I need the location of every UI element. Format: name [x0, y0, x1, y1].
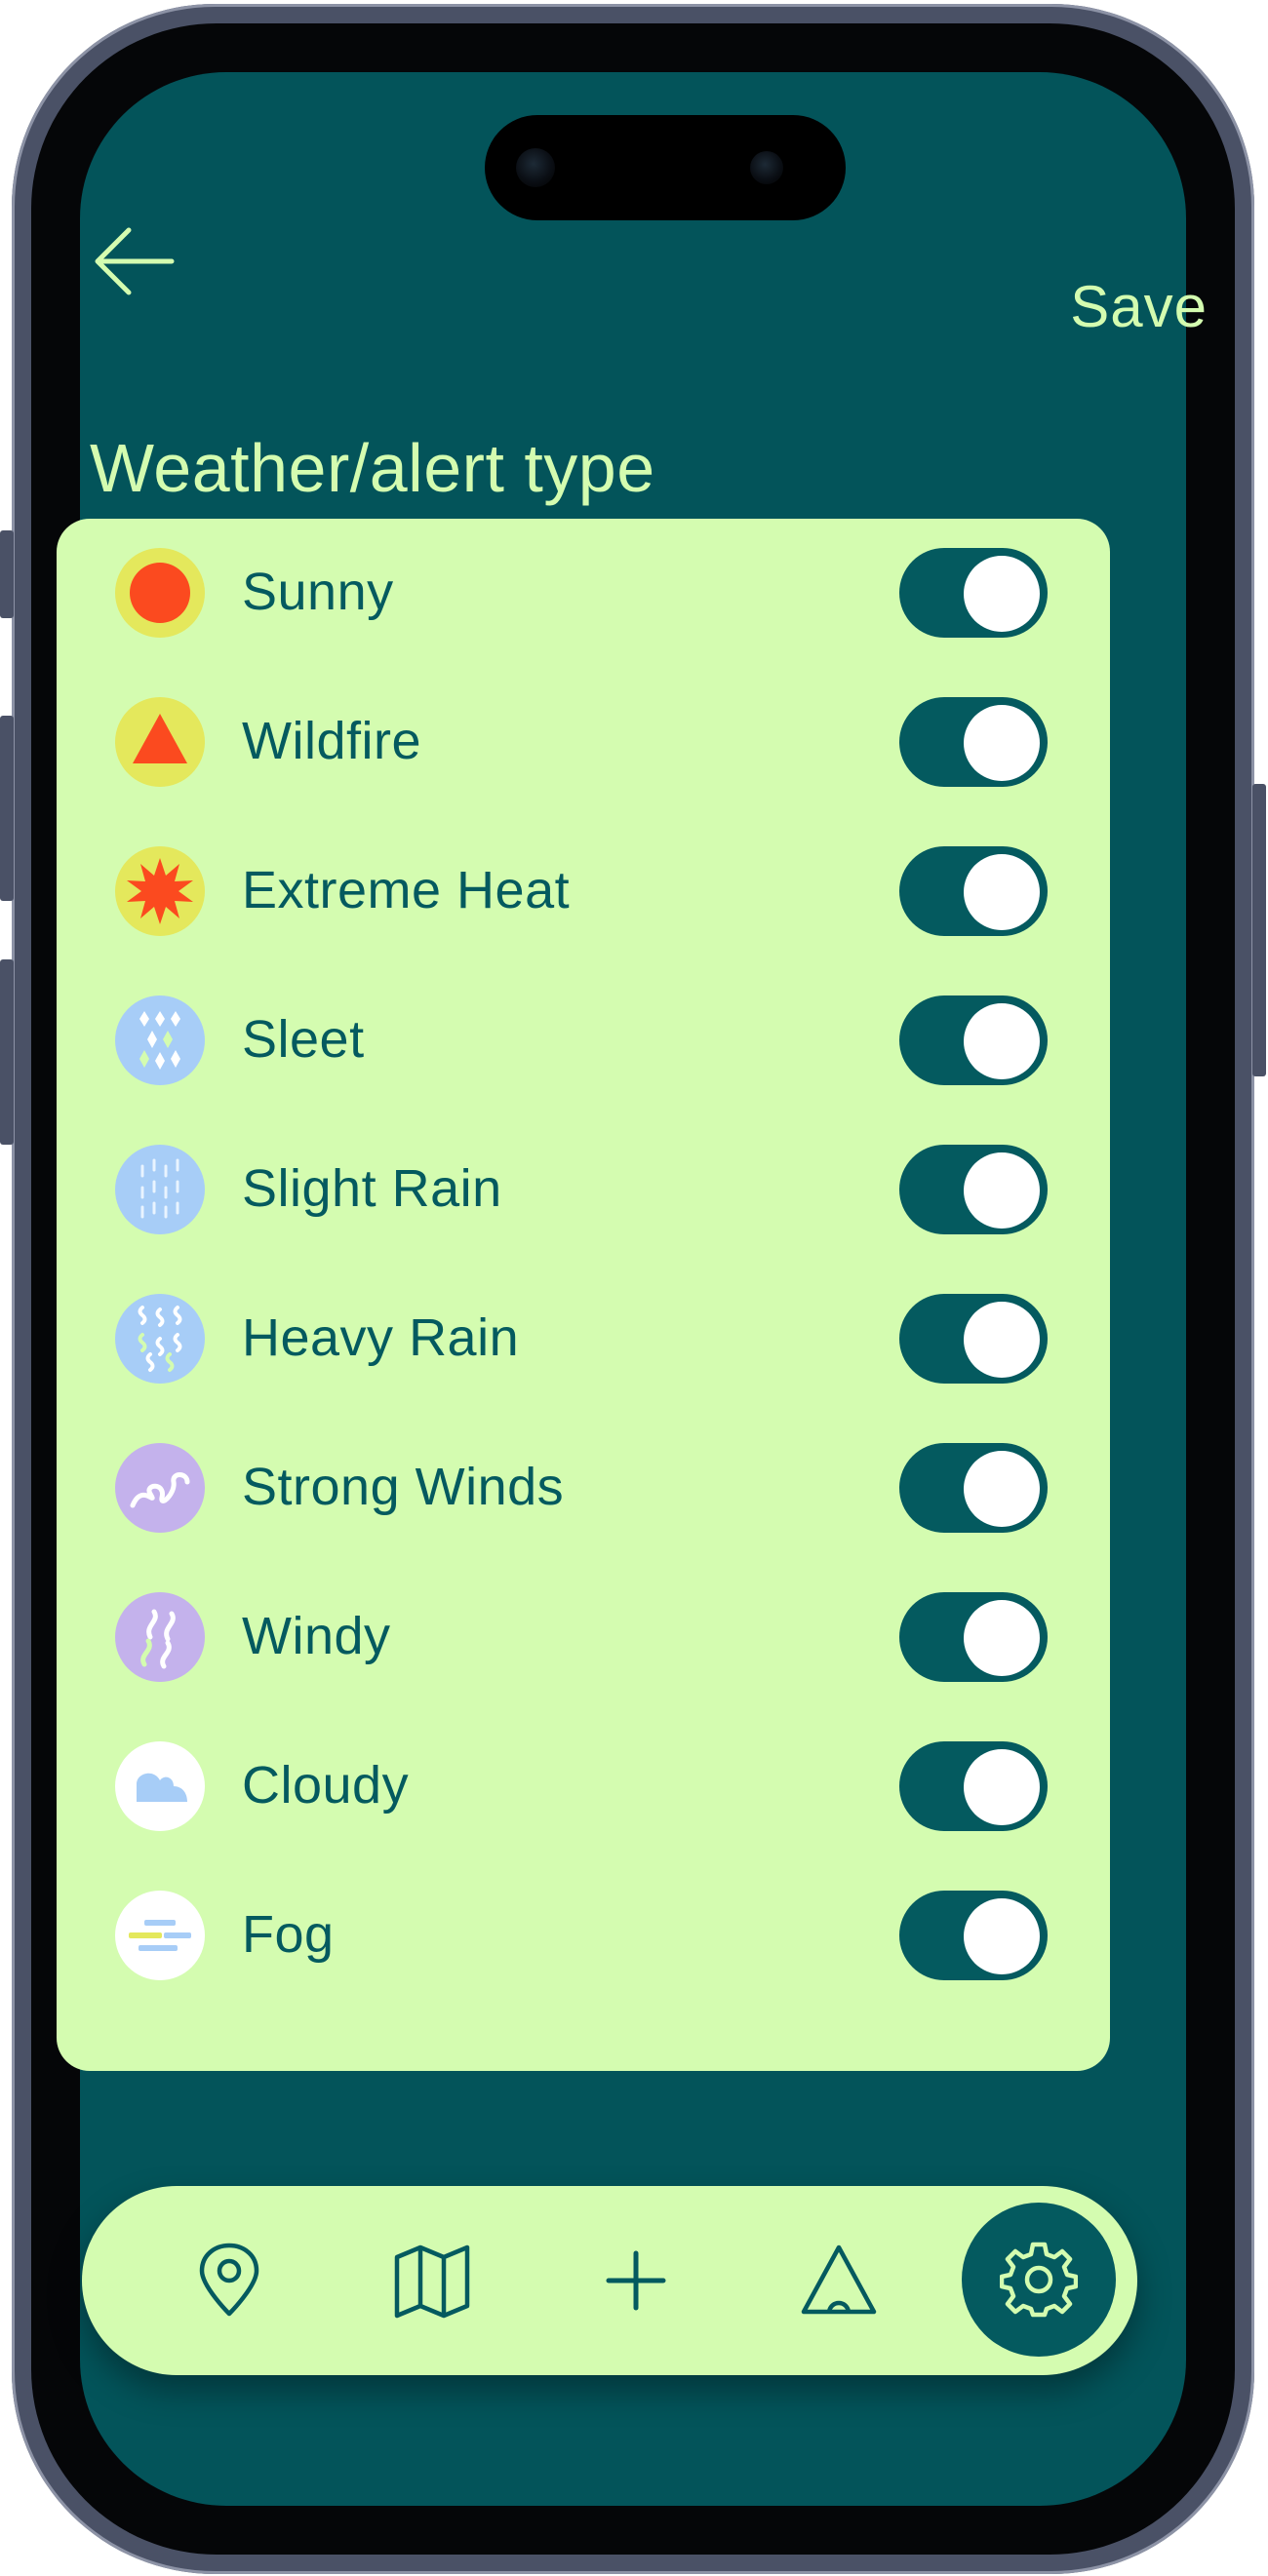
map-icon	[394, 2244, 470, 2319]
bottom-nav	[82, 2186, 1137, 2375]
back-button[interactable]	[86, 213, 183, 310]
alert-type-row-sleet: Sleet	[57, 966, 1110, 1115]
alert-type-row-fog: Fog	[57, 1861, 1110, 2010]
toggle-slight-rain[interactable]	[899, 1145, 1048, 1234]
page-title: Weather/alert type	[90, 430, 655, 506]
toggle-windy[interactable]	[899, 1592, 1048, 1682]
alert-type-label: Sleet	[242, 1010, 365, 1069]
toggle-knob	[964, 854, 1040, 930]
nav-settings-button[interactable]	[962, 2203, 1116, 2357]
nav-campsite-button[interactable]	[771, 2212, 907, 2349]
alert-type-row-heavy-rain: Heavy Rain	[57, 1265, 1110, 1414]
alert-type-row-slight-rain: Slight Rain	[57, 1115, 1110, 1265]
toggle-sleet[interactable]	[899, 995, 1048, 1085]
volume-up-button	[0, 716, 14, 901]
location-pin-icon	[199, 2243, 259, 2317]
alert-type-row-cloudy: Cloudy	[57, 1712, 1110, 1861]
sleet-icon	[115, 995, 205, 1085]
nav-add-button[interactable]	[568, 2212, 704, 2349]
arrow-left-icon	[95, 227, 175, 295]
toggle-strong-winds[interactable]	[899, 1443, 1048, 1533]
alert-type-label: Fog	[242, 1905, 335, 1964]
toggle-knob	[964, 1003, 1040, 1079]
plus-icon	[606, 2250, 666, 2311]
power-button	[1252, 784, 1266, 1076]
tent-icon	[801, 2244, 877, 2315]
toggle-knob	[964, 1600, 1040, 1676]
heavy-rain-icon	[115, 1294, 205, 1384]
alert-type-label: Heavy Rain	[242, 1308, 520, 1367]
alert-type-label: Strong Winds	[242, 1458, 565, 1516]
toggle-wildfire[interactable]	[899, 697, 1048, 787]
sun-icon	[115, 548, 205, 638]
strong-winds-icon	[115, 1443, 205, 1533]
toggle-knob	[964, 1451, 1040, 1527]
alert-type-label: Cloudy	[242, 1756, 410, 1815]
alert-type-label: Sunny	[242, 563, 394, 621]
toggle-knob	[964, 1152, 1040, 1229]
action-button	[0, 530, 14, 618]
toggle-fog[interactable]	[899, 1891, 1048, 1980]
dynamic-island	[485, 115, 846, 220]
alert-type-row-sunny: Sunny	[57, 519, 1110, 668]
alert-type-label: Extreme Heat	[242, 861, 571, 919]
toggle-knob	[964, 705, 1040, 781]
toggle-knob	[964, 1898, 1040, 1974]
sensor-icon	[750, 151, 783, 184]
alert-type-label: Windy	[242, 1607, 391, 1665]
save-button[interactable]: Save	[1070, 273, 1208, 340]
alert-type-label: Wildfire	[242, 712, 422, 770]
toggle-cloudy[interactable]	[899, 1741, 1048, 1831]
nav-map-button[interactable]	[364, 2212, 500, 2349]
toggle-knob	[964, 556, 1040, 632]
cloud-icon	[115, 1741, 205, 1831]
slight-rain-icon	[115, 1145, 205, 1234]
alert-type-row-strong-winds: Strong Winds	[57, 1414, 1110, 1563]
camera-icon	[516, 148, 555, 187]
alert-type-row-extreme-heat: Extreme Heat	[57, 817, 1110, 966]
volume-down-button	[0, 959, 14, 1145]
alert-type-list: Sunny Wildfire Extreme Heat Sleet Slight…	[57, 519, 1110, 2071]
toggle-sunny[interactable]	[899, 548, 1048, 638]
toggle-extreme-heat[interactable]	[899, 846, 1048, 936]
windy-icon	[115, 1592, 205, 1682]
fog-icon	[115, 1891, 205, 1980]
gear-icon	[1000, 2242, 1078, 2318]
toggle-knob	[964, 1749, 1040, 1825]
wildfire-icon	[115, 697, 205, 787]
alert-type-row-windy: Windy	[57, 1563, 1110, 1712]
toggle-heavy-rain[interactable]	[899, 1294, 1048, 1384]
nav-location-button[interactable]	[161, 2212, 297, 2349]
toggle-knob	[964, 1302, 1040, 1378]
alert-type-label: Slight Rain	[242, 1159, 502, 1218]
extreme-heat-icon	[115, 846, 205, 936]
alert-type-row-wildfire: Wildfire	[57, 668, 1110, 817]
